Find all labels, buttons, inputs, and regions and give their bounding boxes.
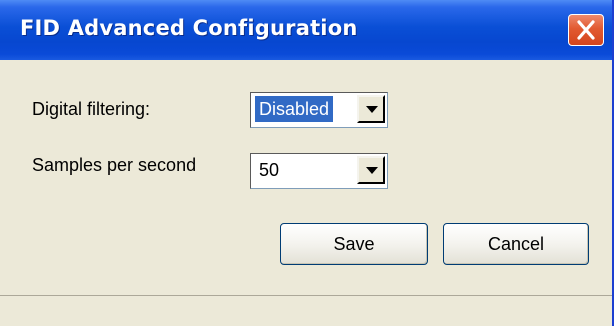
cancel-button[interactable]: Cancel: [443, 223, 589, 265]
digital-filtering-label: Digital filtering:: [32, 99, 151, 119]
close-icon: [577, 20, 595, 40]
samples-per-second-select[interactable]: 50: [250, 153, 388, 189]
samples-per-second-dropdown-button[interactable]: [357, 156, 385, 184]
fid-advanced-configuration-dialog: FID Advanced Configuration Digital filte…: [0, 0, 614, 326]
window-title: FID Advanced Configuration: [20, 16, 358, 40]
digital-filtering-value: Disabled: [255, 96, 334, 122]
title-bar[interactable]: FID Advanced Configuration: [0, 0, 612, 60]
status-bar: [0, 295, 612, 326]
digital-filtering-select[interactable]: Disabled: [250, 92, 388, 128]
samples-per-second-value: 50: [259, 160, 280, 180]
save-button[interactable]: Save: [280, 223, 428, 265]
chevron-down-icon: [366, 106, 378, 113]
samples-per-second-label: Samples per second: [32, 155, 197, 175]
digital-filtering-dropdown-button[interactable]: [357, 95, 385, 123]
close-button[interactable]: [568, 14, 604, 46]
chevron-down-icon: [366, 167, 378, 174]
